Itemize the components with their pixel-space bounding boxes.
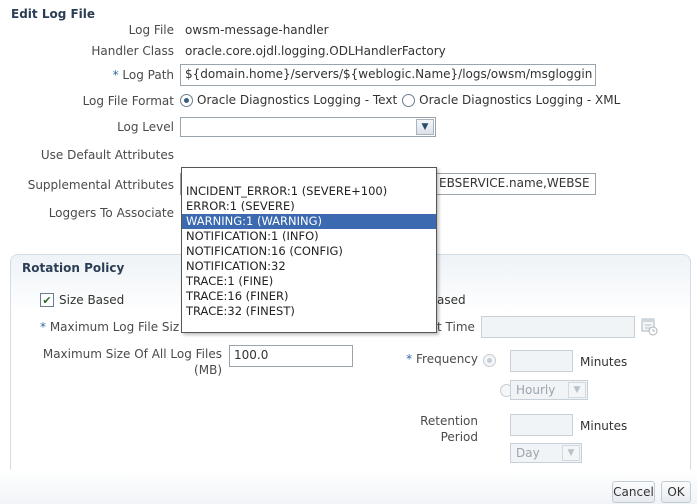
log-file-label: Log File bbox=[128, 23, 174, 37]
loggers-to-associate-label: Loggers To Associate bbox=[48, 206, 174, 220]
use-default-attributes-label: Use Default Attributes bbox=[40, 148, 174, 162]
cancel-button[interactable]: Cancel bbox=[612, 481, 655, 503]
chevron-down-icon: ▼ bbox=[568, 382, 586, 398]
log-path-label: Log Path bbox=[122, 68, 174, 82]
retention-label-line2: Period bbox=[440, 430, 478, 444]
log-level-option[interactable]: TRACE:1 (FINE) bbox=[182, 274, 436, 289]
log-level-option[interactable]: ERROR:1 (SEVERE) bbox=[182, 199, 436, 214]
max-size-all-input[interactable]: 100.0 bbox=[229, 345, 353, 367]
log-level-option[interactable]: NOTIFICATION:1 (INFO) bbox=[182, 229, 436, 244]
max-size-all-label-line2: (MB) bbox=[194, 363, 222, 377]
checkmark-icon: ✔ bbox=[42, 293, 52, 307]
log-level-option[interactable]: TRACE:16 (FINER) bbox=[182, 289, 436, 304]
log-level-option[interactable]: TRACE:32 (FINEST) bbox=[182, 304, 436, 319]
format-text-radio[interactable] bbox=[180, 93, 193, 107]
frequency-label: Frequency bbox=[416, 352, 478, 366]
format-xml-label[interactable]: Oracle Diagnostics Logging - XML bbox=[419, 93, 620, 107]
retention-period-select: Day ▼ bbox=[510, 443, 582, 463]
chevron-down-icon: ▼ bbox=[562, 445, 580, 461]
log-file-value: owsm-message-handler bbox=[185, 23, 329, 37]
required-indicator: * bbox=[112, 68, 119, 82]
frequency-period-select: Hourly ▼ bbox=[510, 380, 588, 400]
retention-period-label: Retention Period bbox=[420, 413, 478, 445]
calendar-icon bbox=[640, 316, 658, 336]
log-file-format-radio-group: Oracle Diagnostics Logging - Text Oracle… bbox=[180, 93, 620, 107]
size-based-group: ✔ Size Based bbox=[40, 293, 124, 307]
dialog-title: Edit Log File bbox=[11, 7, 96, 21]
retention-unit-label: Minutes bbox=[580, 419, 628, 433]
retention-label-line1: Retention bbox=[420, 414, 478, 428]
log-level-label: Log Level bbox=[117, 120, 174, 134]
max-log-file-size-label-group: * Maximum Log File Siz bbox=[40, 320, 181, 334]
rotation-policy-title: Rotation Policy bbox=[22, 261, 125, 275]
supplemental-attributes-label: Supplemental Attributes bbox=[27, 178, 174, 192]
frequency-label-group: * Frequency bbox=[406, 352, 478, 366]
frequency-minutes-radio bbox=[483, 354, 496, 367]
max-size-all-label: Maximum Size Of All Log Files (MB) bbox=[43, 346, 222, 378]
ok-button[interactable]: OK bbox=[661, 481, 691, 503]
start-time-input bbox=[481, 316, 635, 338]
time-based-label[interactable]: ased bbox=[437, 293, 466, 307]
log-path-input[interactable]: ${domain.home}/servers/${weblogic.Name}/… bbox=[180, 64, 596, 86]
size-based-checkbox[interactable]: ✔ bbox=[40, 293, 54, 307]
frequency-minutes-input bbox=[510, 350, 573, 372]
handler-class-value: oracle.core.ojdl.logging.ODLHandlerFacto… bbox=[185, 44, 446, 58]
max-size-all-label-line1: Maximum Size Of All Log Files bbox=[42, 347, 222, 361]
log-level-option-highlighted[interactable]: WARNING:1 (WARNING) bbox=[182, 214, 436, 229]
dialog-footer bbox=[0, 470, 697, 504]
log-level-option[interactable]: INCIDENT_ERROR:1 (SEVERE+100) bbox=[182, 184, 436, 199]
log-file-format-label: Log File Format bbox=[82, 94, 174, 108]
format-xml-radio[interactable] bbox=[402, 93, 416, 107]
retention-minutes-input bbox=[510, 414, 573, 436]
size-based-label[interactable]: Size Based bbox=[59, 293, 124, 307]
max-log-file-size-label: Maximum Log File Siz bbox=[49, 320, 180, 334]
log-level-dropdown-list[interactable]: INCIDENT_ERROR:1 (SEVERE+100) ERROR:1 (S… bbox=[181, 167, 437, 333]
handler-class-label: Handler Class bbox=[91, 44, 174, 58]
log-level-option[interactable]: NOTIFICATION:16 (CONFIG) bbox=[182, 244, 436, 259]
log-path-label-group: * Log Path bbox=[113, 68, 174, 82]
log-level-option[interactable]: NOTIFICATION:32 bbox=[182, 259, 436, 274]
frequency-period-value: Hourly bbox=[516, 383, 556, 397]
format-text-label[interactable]: Oracle Diagnostics Logging - Text bbox=[197, 93, 397, 107]
chevron-down-icon[interactable]: ▼ bbox=[416, 119, 434, 135]
retention-period-value: Day bbox=[516, 446, 540, 460]
log-level-select[interactable]: ▼ bbox=[180, 117, 436, 137]
required-indicator: * bbox=[40, 320, 46, 334]
start-time-label: t Time bbox=[437, 320, 475, 334]
required-indicator: * bbox=[406, 352, 413, 366]
frequency-unit-label: Minutes bbox=[580, 355, 628, 369]
